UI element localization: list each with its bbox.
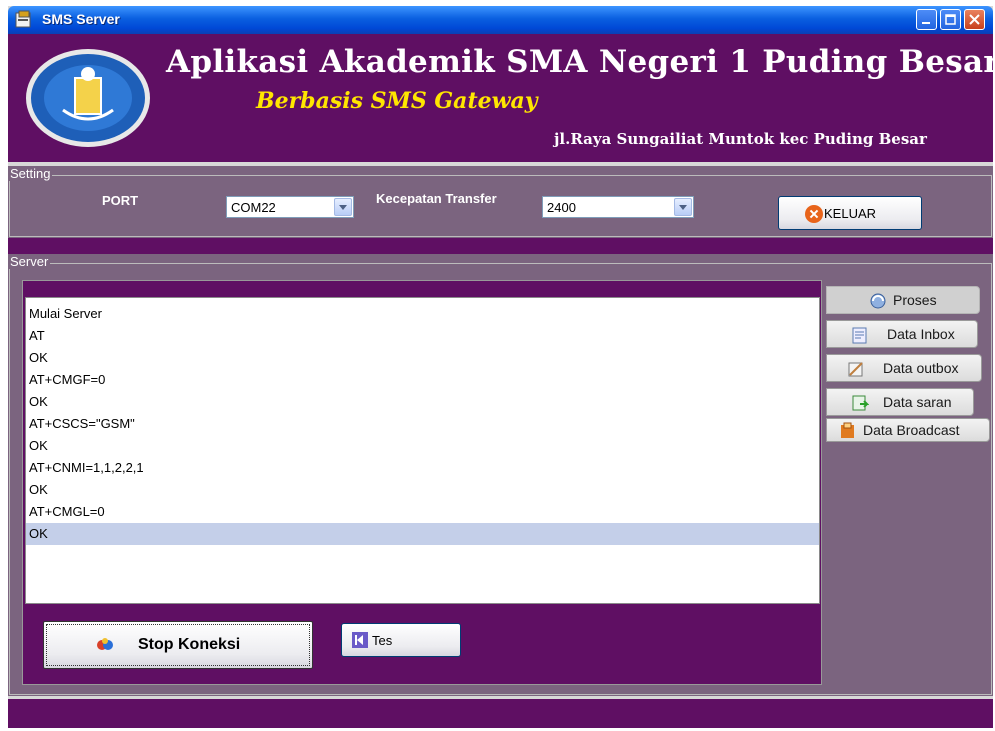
port-select[interactable]: COM22 xyxy=(226,196,354,218)
school-logo xyxy=(26,49,150,147)
tab-data-inbox[interactable]: Data Inbox xyxy=(826,320,978,348)
app-window: SMS Server Aplikasi Akademik SMA Negeri … xyxy=(8,6,995,728)
test-button[interactable]: Tes xyxy=(341,623,461,657)
inbox-icon xyxy=(852,327,867,344)
log-line[interactable]: OK xyxy=(26,391,819,413)
log-line[interactable]: AT+CSCS="GSM" xyxy=(26,413,819,435)
chevron-down-icon[interactable] xyxy=(674,198,692,216)
port-label: PORT xyxy=(102,193,139,208)
divider-band xyxy=(8,238,993,254)
tab-proses[interactable]: Proses xyxy=(826,286,980,314)
speed-value: 2400 xyxy=(547,200,576,215)
port-value: COM22 xyxy=(231,200,276,215)
speed-label: Kecepatan Transfer xyxy=(376,191,497,206)
app-subtitle: Berbasis SMS Gateway xyxy=(256,88,538,114)
log-line[interactable]: OK xyxy=(26,479,819,501)
test-icon xyxy=(352,632,368,648)
disconnect-icon xyxy=(97,638,113,650)
app-title: Aplikasi Akademik SMA Negeri 1 Puding Be… xyxy=(166,44,995,80)
status-bar xyxy=(8,696,993,728)
tab-proses-label: Proses xyxy=(893,292,937,308)
header-banner: Aplikasi Akademik SMA Negeri 1 Puding Be… xyxy=(8,34,995,162)
title-bar[interactable]: SMS Server xyxy=(8,6,993,34)
school-address: jl.Raya Sungailiat Muntok kec Puding Bes… xyxy=(554,130,927,148)
stop-connection-label: Stop Koneksi xyxy=(138,636,241,653)
maximize-button[interactable] xyxy=(940,9,961,30)
server-log-list[interactable]: Mulai Server AT OK AT+CMGF=0 OK AT+CSCS="GSM"… xyxy=(25,297,820,604)
test-label: Tes xyxy=(372,633,393,648)
log-line[interactable]: AT xyxy=(26,325,819,347)
exit-button[interactable]: KELUAR xyxy=(778,196,922,230)
process-icon xyxy=(870,293,886,309)
exit-icon xyxy=(805,205,823,223)
tab-data-saran[interactable]: Data saran xyxy=(826,388,974,416)
log-line[interactable]: AT+CNMI=1,1,2,2,1 xyxy=(26,457,819,479)
minimize-icon xyxy=(922,22,930,24)
server-panel: Server Mulai Server AT OK AT+CMGF=0 OK AT+CSC… xyxy=(8,254,993,696)
log-line[interactable]: AT+CMGF=0 xyxy=(26,369,819,391)
tab-data-broadcast[interactable]: Data Broadcast xyxy=(826,418,990,442)
setting-legend: Setting xyxy=(8,166,53,181)
outbox-icon xyxy=(848,362,863,377)
chevron-down-icon[interactable] xyxy=(334,198,352,216)
minimize-button[interactable] xyxy=(916,9,937,30)
exit-label: KELUAR xyxy=(824,206,877,221)
speed-select[interactable]: 2400 xyxy=(542,196,694,218)
server-legend: Server xyxy=(8,254,51,269)
broadcast-icon xyxy=(841,422,854,438)
log-line[interactable]: OK xyxy=(26,523,819,545)
log-line[interactable]: OK xyxy=(26,347,819,369)
stop-connection-button[interactable]: Stop Koneksi xyxy=(43,621,313,669)
close-icon xyxy=(969,14,980,25)
log-line[interactable]: AT+CMGL=0 xyxy=(26,501,819,523)
app-icon xyxy=(15,10,31,28)
tab-data-outbox[interactable]: Data outbox xyxy=(826,354,982,382)
tab-data-broadcast-label: Data Broadcast xyxy=(863,422,960,438)
log-line[interactable]: OK xyxy=(26,435,819,457)
suggestion-icon xyxy=(852,395,869,411)
close-button[interactable] xyxy=(964,9,985,30)
tab-data-saran-label: Data saran xyxy=(883,394,952,410)
tab-data-outbox-label: Data outbox xyxy=(883,360,959,376)
setting-panel: Setting PORT COM22 Kecepatan Transfer 24… xyxy=(8,166,993,238)
log-frame: Mulai Server AT OK AT+CMGF=0 OK AT+CSCS="GSM"… xyxy=(22,280,822,685)
maximize-icon xyxy=(945,14,956,25)
log-line[interactable]: Mulai Server xyxy=(26,303,819,325)
window-title: SMS Server xyxy=(42,11,120,27)
tab-data-inbox-label: Data Inbox xyxy=(887,326,955,342)
